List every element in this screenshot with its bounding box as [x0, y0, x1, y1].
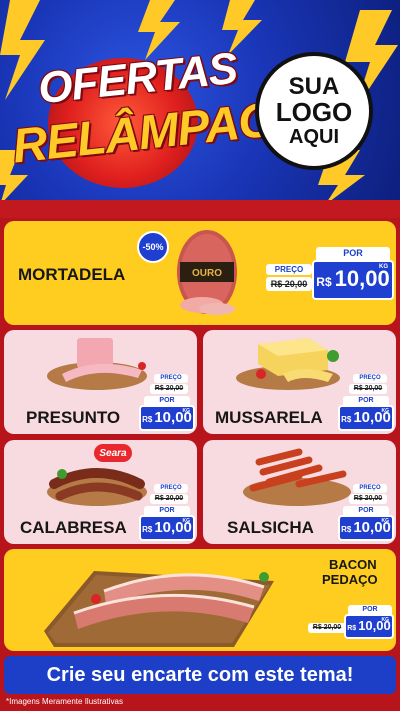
price-label: PREÇO — [154, 374, 188, 383]
currency: R$ — [316, 275, 332, 289]
unit: KG — [381, 408, 390, 414]
currency: R$ — [341, 525, 352, 534]
por-label: POR — [316, 247, 390, 260]
product-name-line-2: PEDAÇO — [322, 572, 378, 587]
presunto-image — [47, 338, 147, 390]
new-price: R$ 10,00 KG — [338, 405, 394, 431]
new-price: R$ 10,00 KG — [344, 614, 394, 639]
calabresa-image — [47, 468, 147, 506]
currency: R$ — [142, 525, 153, 534]
header-banner: OFERTAS RELÂMPAGO SUA LOGO AQUI — [0, 0, 400, 205]
price-label: PREÇO — [353, 484, 387, 493]
discount-text: -50% — [142, 242, 164, 252]
currency: R$ — [347, 625, 357, 632]
new-price: R$ 10,00 KG — [139, 405, 195, 431]
price-label: PREÇO — [353, 374, 387, 383]
logo-text-1: SUA — [288, 73, 340, 101]
new-price: R$ 10,00 KG — [139, 515, 195, 541]
product-card-presunto[interactable]: PREÇO R$ 20,00 PRESUNTO POR R$ 10,00 KG — [4, 330, 197, 434]
old-price: R$ 20,00 — [349, 384, 387, 394]
old-price: R$ 20,00 — [349, 494, 387, 504]
logo-text-3: AQUI — [289, 125, 339, 148]
old-price: R$ 20,00 — [308, 623, 346, 633]
bacon-image — [44, 571, 274, 647]
price-label: PREÇO — [154, 484, 188, 493]
salsicha-image — [243, 448, 351, 506]
product-card-bacon[interactable]: BACON PEDAÇO POR R$ 20,00 R$ 10,00 KG — [4, 549, 396, 651]
old-price: R$ 20,00 — [150, 384, 188, 394]
product-card-mortadela[interactable]: MORTADELA -50% OURO PREÇO R$ 20,00 POR R… — [4, 221, 396, 325]
logo-text-2: LOGO — [275, 97, 353, 128]
mortadela-image: OURO — [177, 230, 237, 315]
product-name: CALABRESA — [20, 518, 127, 537]
product-card-salsicha[interactable]: PREÇO R$ 20,00 SALSICHA POR R$ 10,00 KG — [203, 440, 396, 544]
unit: KG — [381, 617, 390, 623]
por-label: POR — [144, 506, 190, 515]
brand-ouro: OURO — [192, 268, 222, 279]
product-name-line-1: BACON — [329, 557, 377, 572]
unit: KG — [379, 264, 388, 270]
product-card-calabresa[interactable]: Seara PREÇO R$ 20,00 CALABRESA POR R$ 10… — [4, 440, 197, 544]
cta-banner[interactable]: Crie seu encarte com este tema! — [4, 656, 396, 694]
offers-title: OFERTAS RELÂMPAGO — [8, 44, 313, 188]
product-name: SALSICHA — [227, 518, 314, 537]
currency: R$ — [341, 415, 352, 424]
disclaimer-text: *Imagens Meramente Ilustrativas — [6, 697, 123, 706]
logo-placeholder[interactable]: SUA LOGO AQUI — [255, 52, 373, 170]
unit: KG — [182, 518, 191, 524]
product-name: PRESUNTO — [26, 408, 121, 427]
new-price: R$ 10,00 KG — [312, 260, 394, 300]
product-name: MUSSARELA — [215, 408, 323, 427]
product-card-mussarela[interactable]: PREÇO R$ 20,00 MUSSARELA POR R$ 10,00 KG — [203, 330, 396, 434]
divider-band — [0, 200, 400, 218]
por-label: POR — [343, 396, 389, 405]
new-price: R$ 10,00 KG — [338, 515, 394, 541]
old-price: R$ 20,00 — [150, 494, 188, 504]
unit: KG — [381, 518, 390, 524]
por-label: POR — [144, 396, 190, 405]
por-label: POR — [348, 605, 392, 614]
price-label: PREÇO — [266, 264, 312, 275]
old-price: R$ 20,00 — [266, 277, 312, 291]
product-name: MORTADELA — [18, 265, 126, 284]
currency: R$ — [142, 415, 153, 424]
discount-badge: -50% — [137, 231, 169, 263]
por-label: POR — [343, 506, 389, 515]
unit: KG — [182, 408, 191, 414]
mussarela-image — [236, 338, 340, 390]
